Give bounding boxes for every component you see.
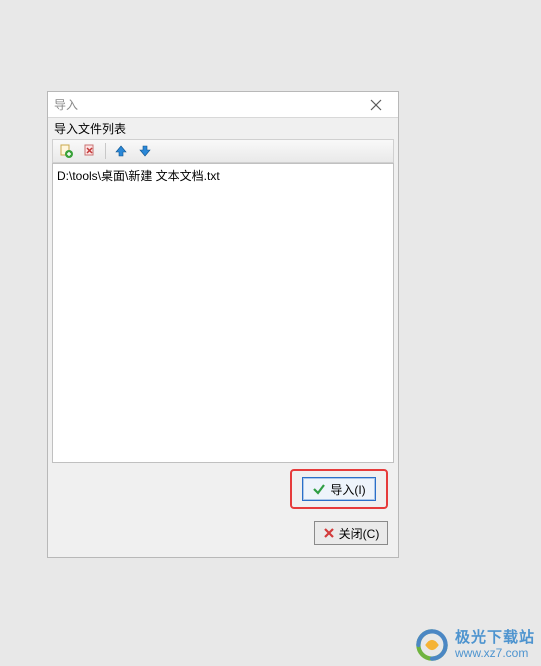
add-file-button[interactable]	[55, 141, 77, 161]
remove-file-button[interactable]	[79, 141, 101, 161]
add-file-icon	[58, 143, 74, 159]
close-button[interactable]: 关闭(C)	[314, 521, 388, 545]
dialog-button-area: 导入(I) 关闭(C)	[290, 469, 388, 545]
import-dialog: 导入 导入文件列表	[47, 91, 399, 558]
watermark-url: www.xz7.com	[455, 647, 535, 660]
import-button-label: 导入(I)	[330, 481, 365, 498]
watermark: 极光下载站 www.xz7.com	[415, 628, 535, 662]
annotation-highlight: 导入(I)	[290, 469, 388, 509]
x-icon	[323, 527, 335, 539]
window-close-button[interactable]	[360, 95, 392, 115]
move-up-icon	[113, 143, 129, 159]
watermark-title: 极光下载站	[455, 630, 535, 647]
file-list-label: 导入文件列表	[52, 118, 394, 139]
watermark-text: 极光下载站 www.xz7.com	[455, 630, 535, 660]
watermark-logo-icon	[415, 628, 449, 662]
check-icon	[312, 482, 326, 496]
remove-file-icon	[82, 143, 98, 159]
move-up-button[interactable]	[110, 141, 132, 161]
move-down-button[interactable]	[134, 141, 156, 161]
close-button-label: 关闭(C)	[339, 525, 380, 542]
close-icon	[370, 99, 382, 111]
move-down-icon	[137, 143, 153, 159]
dialog-content: 导入文件列表	[48, 118, 398, 463]
toolbar-separator	[105, 143, 106, 159]
titlebar: 导入	[48, 92, 398, 118]
file-list-toolbar	[52, 139, 394, 163]
list-item[interactable]: D:\tools\桌面\新建 文本文档.txt	[57, 166, 389, 185]
file-list[interactable]: D:\tools\桌面\新建 文本文档.txt	[52, 163, 394, 463]
dialog-title: 导入	[54, 96, 78, 113]
import-button[interactable]: 导入(I)	[302, 477, 376, 501]
